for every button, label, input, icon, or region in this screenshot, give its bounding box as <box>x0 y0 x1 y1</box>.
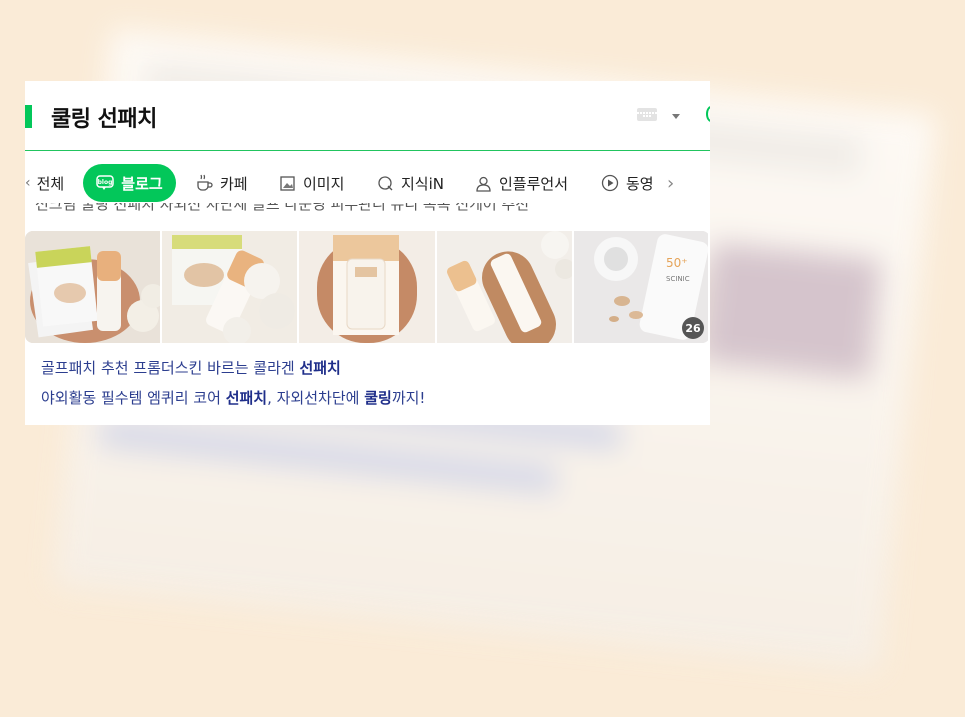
search-header: 쿨링 선패치 <box>25 81 710 151</box>
blog-icon: blog <box>96 175 115 191</box>
image-count-badge: 26 <box>682 317 704 339</box>
svg-text:50⁺: 50⁺ <box>666 256 688 270</box>
svg-text:blog: blog <box>98 179 113 186</box>
tab-cafe[interactable]: 카페 <box>195 164 248 202</box>
chevron-right-icon[interactable]: › <box>667 164 674 202</box>
chevron-left-icon[interactable]: ‹ <box>25 175 31 191</box>
kin-icon <box>377 175 394 192</box>
tab-label: 이미지 <box>303 174 345 193</box>
person-icon <box>475 175 492 192</box>
thumbnail-1[interactable] <box>25 231 160 343</box>
search-button[interactable] <box>706 106 710 122</box>
tab-label: 인플루언서 <box>499 174 569 193</box>
search-result-card: 쿨링 선패치 ‹ 전체 blog 블로그 카페 이미지 지식iN 인플루언서 동… <box>25 81 710 425</box>
title-accent-bar <box>25 105 32 128</box>
play-icon <box>601 174 619 192</box>
tab-label: 동영 <box>626 174 654 193</box>
thumbnail-5[interactable]: 50⁺ SCINIC 26 <box>574 231 708 343</box>
cafe-icon <box>195 174 213 192</box>
thumbnail-3[interactable] <box>299 231 435 343</box>
tab-label: 지식iN <box>401 174 444 193</box>
result-desc-link[interactable]: 야외활동 필수템 엠퀴리 코어 선패치, 자외선차단에 쿨링까지! <box>41 387 425 408</box>
tab-label: 블로그 <box>121 174 163 193</box>
caret-down-icon[interactable] <box>672 114 680 119</box>
thumbnail-strip: 50⁺ SCINIC 26 <box>25 231 710 343</box>
image-icon <box>279 175 296 192</box>
thumbnail-2[interactable] <box>162 231 297 343</box>
tab-video[interactable]: 동영 <box>601 164 654 202</box>
tab-label: 전체 <box>36 174 65 193</box>
tab-all[interactable]: ‹ 전체 <box>25 164 64 202</box>
tab-image[interactable]: 이미지 <box>279 164 344 202</box>
svg-text:SCINIC: SCINIC <box>666 275 690 283</box>
clipped-text: 선크림 쿨링 선패치 자외선 차단제 골프 라운딩 피부관리 유리 촉촉 선케어… <box>35 203 530 213</box>
search-tabs: ‹ 전체 blog 블로그 카페 이미지 지식iN 인플루언서 동영 › <box>25 163 710 203</box>
tab-kin[interactable]: 지식iN <box>377 164 444 202</box>
page-title: 쿨링 선패치 <box>51 107 157 132</box>
tab-influencer[interactable]: 인플루언서 <box>475 164 568 202</box>
thumbnail-4[interactable] <box>437 231 572 343</box>
tab-blog[interactable]: blog 블로그 <box>83 164 176 202</box>
tab-label: 카페 <box>220 174 248 193</box>
keyboard-icon[interactable] <box>637 108 657 121</box>
result-title-link[interactable]: 골프패치 추천 프롬더스킨 바르는 콜라겐 선패치 <box>41 357 341 378</box>
